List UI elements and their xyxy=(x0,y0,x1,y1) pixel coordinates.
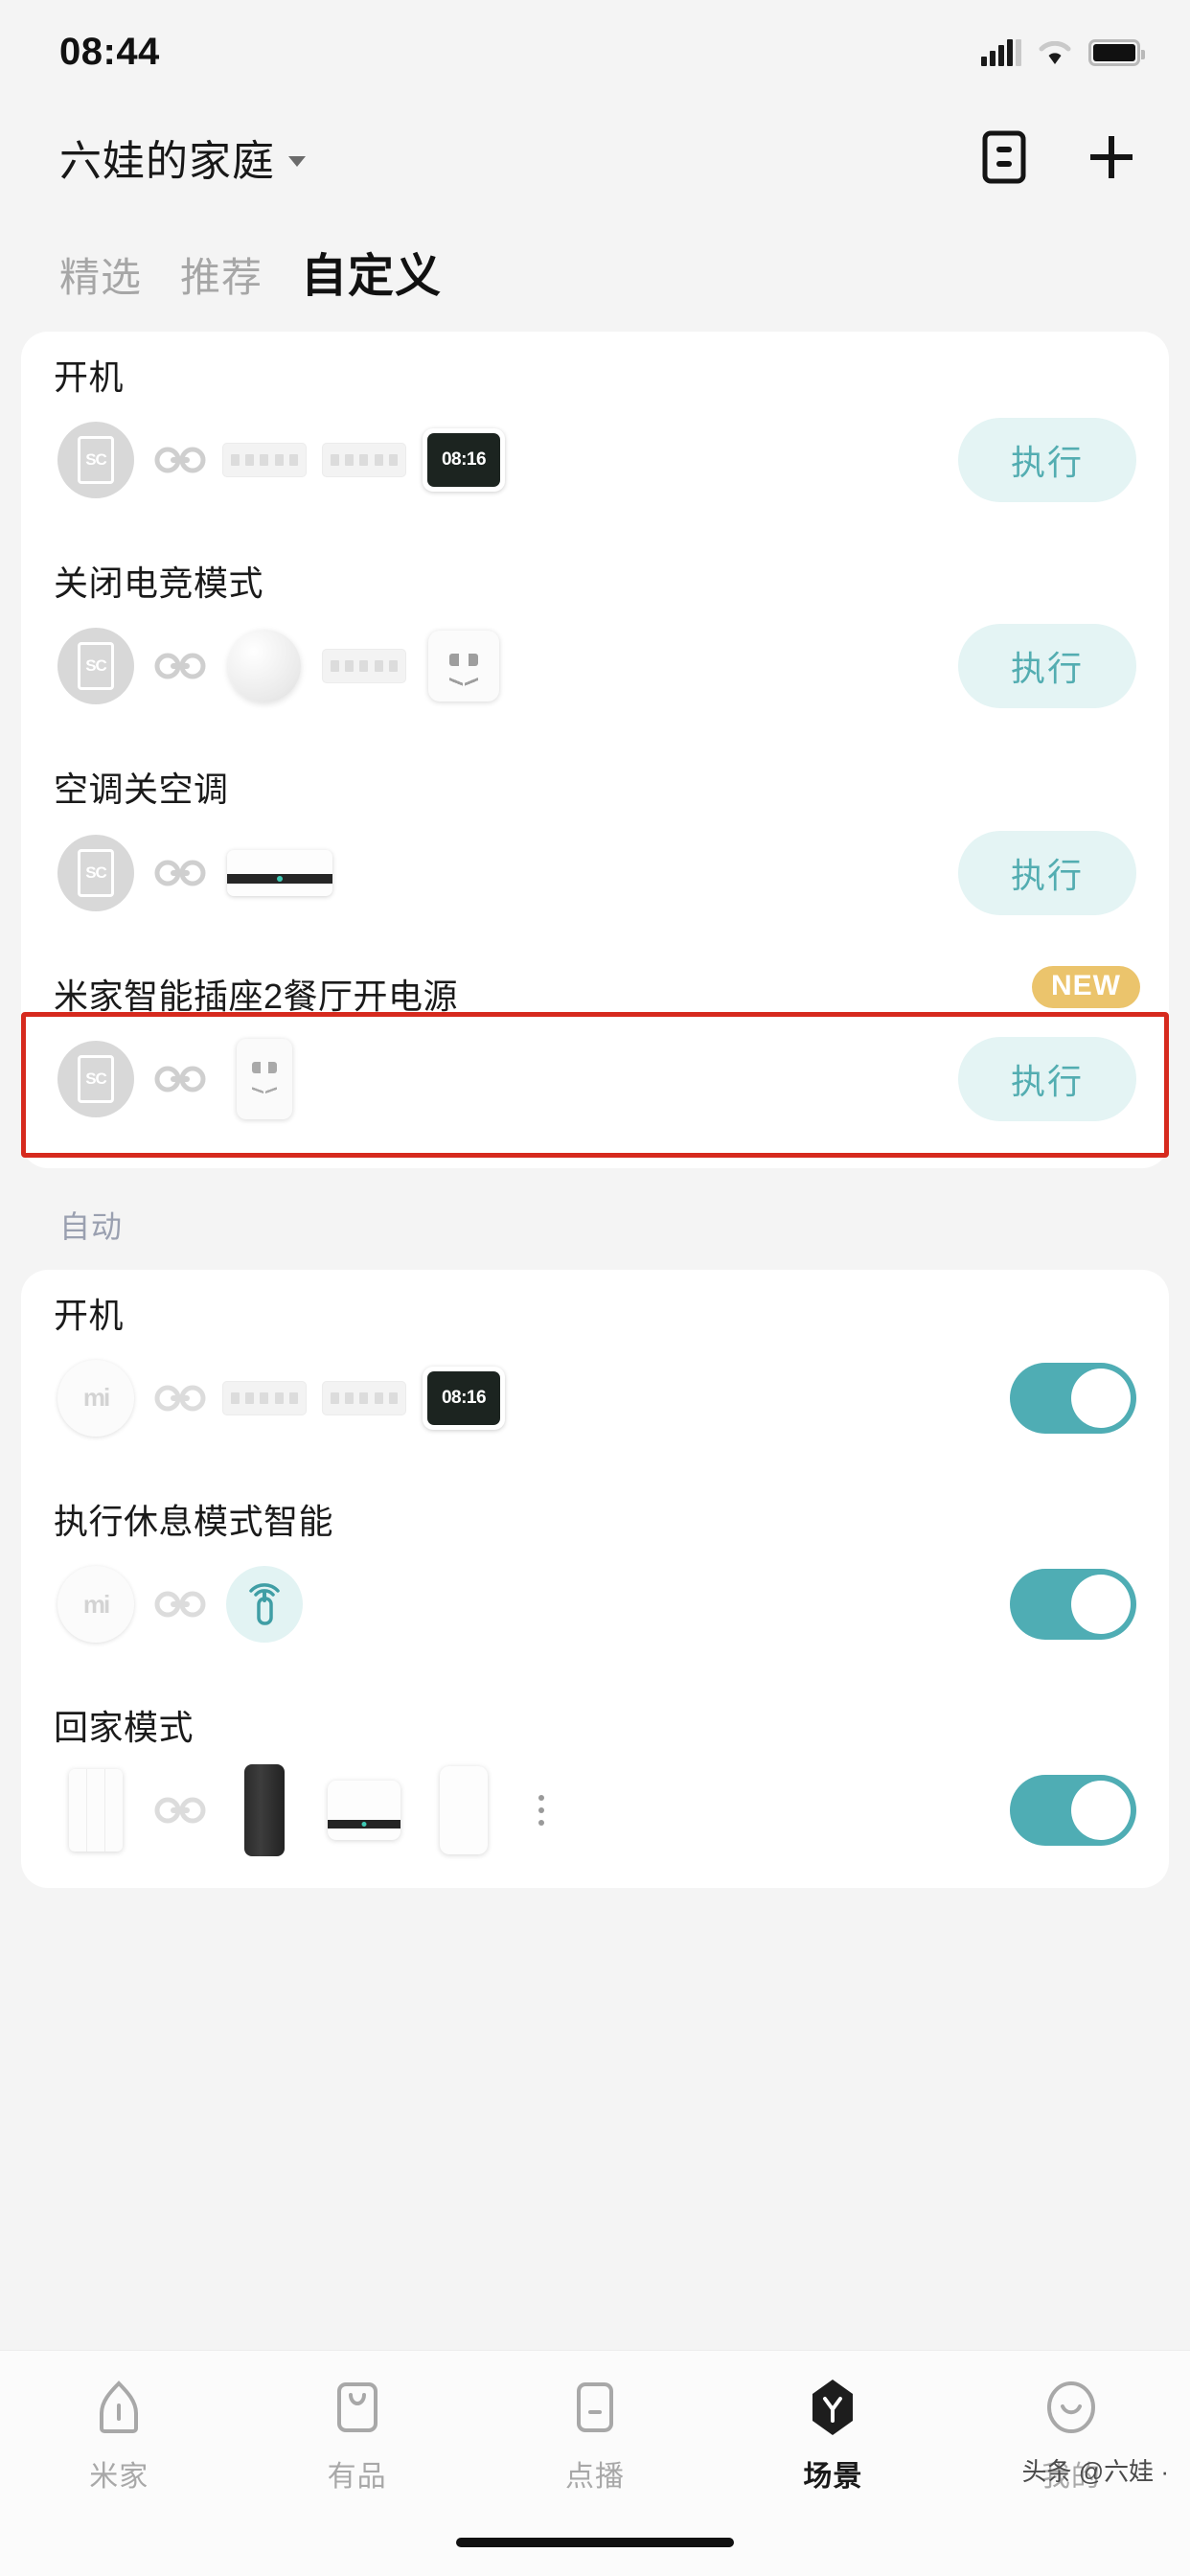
scene-list-scroll[interactable]: 开机 SC xyxy=(0,332,1190,2272)
scene-title: 关闭电竞模式 xyxy=(54,563,1136,604)
power-strip-device-icon xyxy=(322,1356,406,1440)
plus-icon[interactable] xyxy=(1083,128,1140,186)
power-strip-device-icon xyxy=(322,418,406,502)
automation-row[interactable]: 执行休息模式智能 mi xyxy=(21,1476,1169,1682)
ball-light-device-icon xyxy=(222,624,307,708)
scene-title: 空调关空调 xyxy=(54,769,1136,810)
run-scene-button[interactable]: 执行 xyxy=(958,1037,1136,1121)
scene-title: 米家智能插座2餐厅开电源 xyxy=(54,976,1136,1017)
door-sensor-device-icon xyxy=(422,1768,506,1852)
nav-item-mijia[interactable]: 米家 xyxy=(0,2378,238,2495)
mi-button-device-icon: mi xyxy=(54,1356,138,1440)
device-chain: mi xyxy=(54,1356,506,1440)
automation-toggle[interactable] xyxy=(1010,1569,1136,1640)
nav-item-dianbo[interactable]: 点播 xyxy=(476,2378,714,2495)
tab-recommended[interactable]: 推荐 xyxy=(180,245,263,304)
more-devices-icon[interactable] xyxy=(521,1795,561,1826)
chevron-down-icon xyxy=(288,156,306,167)
nav-label: 场景 xyxy=(803,2452,862,2495)
tab-featured[interactable]: 精选 xyxy=(59,245,142,304)
run-scene-button[interactable]: 执行 xyxy=(958,624,1136,708)
run-scene-button[interactable]: 执行 xyxy=(958,418,1136,502)
section-label-automation: 自动 xyxy=(0,1168,1190,1270)
automation-row[interactable]: 回家模式 xyxy=(21,1682,1169,1888)
controller-device-icon: SC xyxy=(54,831,138,915)
status-clock: 08:44 xyxy=(59,31,160,74)
run-scene-button[interactable]: 执行 xyxy=(958,831,1136,915)
automation-title: 回家模式 xyxy=(54,1707,1136,1748)
smart-clock-device-icon: 08:16 xyxy=(422,1356,506,1440)
manual-scene-group: 开机 SC xyxy=(21,332,1169,1168)
status-badge: NEW xyxy=(1032,966,1140,1008)
smart-plug-device-icon xyxy=(222,1037,307,1121)
scene-row[interactable]: 空调关空调 SC xyxy=(21,744,1169,950)
wifi-icon xyxy=(1039,41,1071,66)
automation-toggle[interactable] xyxy=(1010,1775,1136,1846)
scene-tabs: 精选 推荐 自定义 xyxy=(0,211,1190,332)
scene-row[interactable]: 开机 SC xyxy=(21,332,1169,538)
home-icon xyxy=(91,2378,147,2437)
status-icons xyxy=(981,37,1140,66)
list-view-icon[interactable] xyxy=(975,128,1033,186)
nav-label: 米家 xyxy=(89,2452,149,2495)
home-name-label: 六娃的家庭 xyxy=(59,126,275,188)
wall-panel-device-icon xyxy=(54,1768,138,1852)
nav-label: 有品 xyxy=(328,2452,387,2495)
tap-scene-device-icon xyxy=(222,1562,307,1646)
phone-cast-icon xyxy=(567,2378,623,2437)
wall-socket-device-icon xyxy=(422,624,506,708)
shopping-bag-icon xyxy=(330,2378,385,2437)
router-device-icon xyxy=(322,1768,406,1852)
link-icon xyxy=(153,1062,207,1096)
cellular-signal-icon xyxy=(981,37,1021,66)
automation-title: 开机 xyxy=(54,1295,1136,1336)
link-icon xyxy=(153,1381,207,1415)
power-strip-device-icon xyxy=(222,418,307,502)
battery-icon xyxy=(1088,39,1140,66)
header-actions xyxy=(975,128,1140,186)
power-strip-device-icon xyxy=(322,624,406,708)
smart-clock-time: 08:16 xyxy=(427,433,500,487)
automation-group: 开机 mi xyxy=(21,1270,1169,1889)
home-indicator[interactable] xyxy=(456,2538,734,2547)
smart-clock-device-icon: 08:16 xyxy=(422,418,506,502)
link-icon xyxy=(153,649,207,683)
automation-toggle[interactable] xyxy=(1010,1363,1136,1434)
nav-label: 点播 xyxy=(565,2452,625,2495)
scene-title: 开机 xyxy=(54,356,1136,398)
home-selector[interactable]: 六娃的家庭 xyxy=(59,126,306,188)
status-bar: 08:44 xyxy=(0,0,1190,104)
device-chain: SC xyxy=(54,624,506,708)
controller-device-icon: SC xyxy=(54,418,138,502)
power-strip-device-icon xyxy=(222,1356,307,1440)
link-icon xyxy=(153,856,207,890)
automation-title: 执行休息模式智能 xyxy=(54,1501,1136,1542)
controller-device-icon: SC xyxy=(54,1037,138,1121)
link-icon xyxy=(153,1793,207,1828)
mi-button-device-icon: mi xyxy=(54,1562,138,1646)
watermark: 头条 @六娃 · xyxy=(1022,2452,1170,2488)
speaker-device-icon xyxy=(222,1768,307,1852)
profile-icon xyxy=(1043,2378,1099,2437)
automation-row[interactable]: 开机 mi xyxy=(21,1270,1169,1476)
nav-item-youpin[interactable]: 有品 xyxy=(238,2378,475,2495)
device-chain: mi xyxy=(54,1562,307,1646)
device-chain: SC xyxy=(54,1037,307,1121)
app-header: 六娃的家庭 xyxy=(0,104,1190,211)
controller-device-icon: SC xyxy=(54,624,138,708)
scene-row[interactable]: 关闭电竞模式 SC xyxy=(21,538,1169,744)
device-chain: SC xyxy=(54,831,337,915)
app-screen: 08:44 六娃的家庭 xyxy=(0,0,1190,2576)
scene-row[interactable]: 米家智能插座2餐厅开电源 NEW SC xyxy=(21,951,1169,1168)
device-chain: SC xyxy=(54,418,506,502)
device-chain xyxy=(54,1768,561,1852)
air-conditioner-device-icon xyxy=(222,831,337,915)
link-icon xyxy=(153,1587,207,1622)
smart-clock-time: 08:16 xyxy=(427,1371,500,1425)
link-icon xyxy=(153,443,207,477)
nav-item-scene[interactable]: 场景 xyxy=(714,2378,951,2495)
tab-custom[interactable]: 自定义 xyxy=(301,238,442,305)
scene-hexagon-icon xyxy=(805,2378,860,2437)
